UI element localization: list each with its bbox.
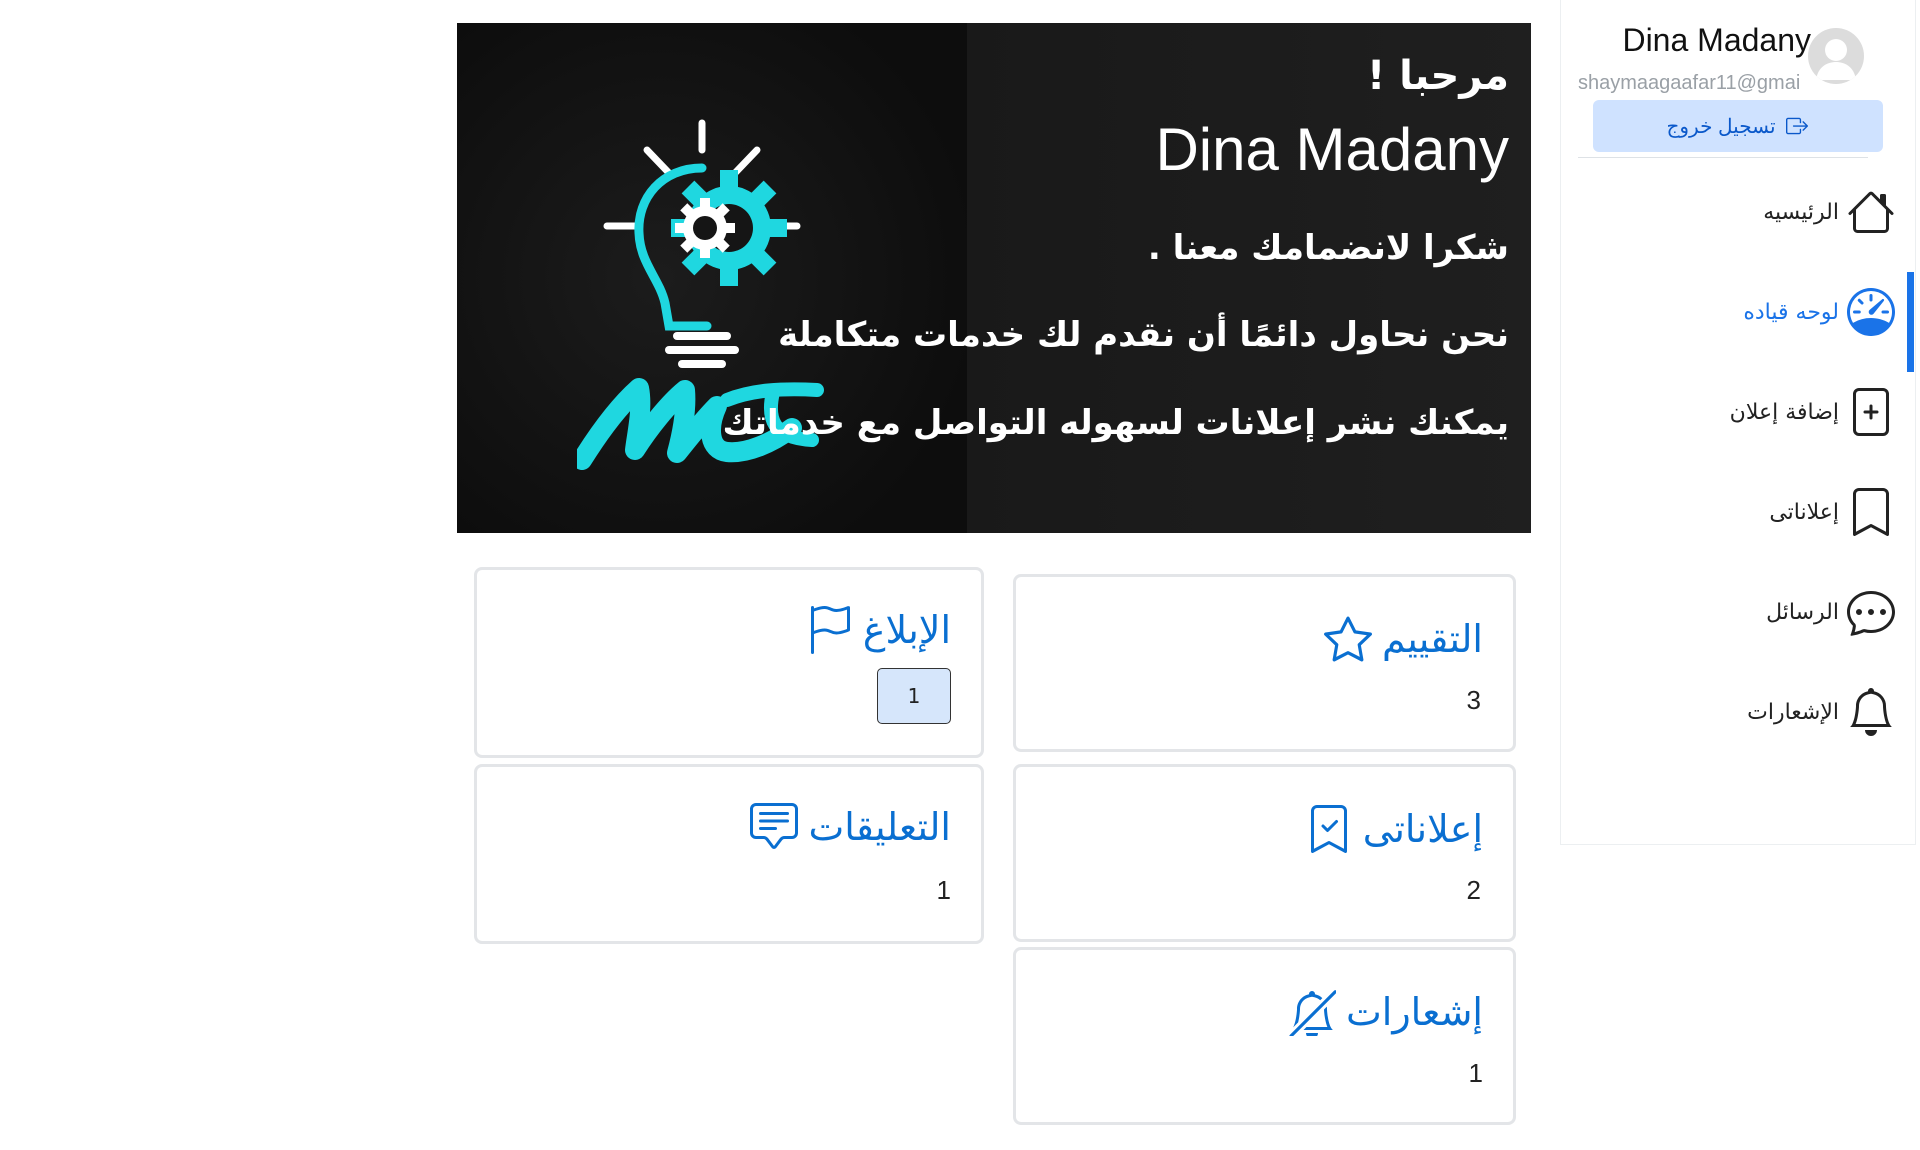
nav-item-home[interactable]: الرئيسيه [1763, 182, 1895, 242]
rating-card[interactable]: التقييم 3 [1013, 574, 1516, 752]
chat-dots-icon [1847, 591, 1895, 636]
nav-my-ads-label: إعلاناتى [1769, 499, 1839, 525]
nav-dashboard-label: لوحه قياده [1743, 299, 1839, 325]
comments-card-header: التعليقات [750, 803, 951, 851]
user-email: shaymaagaafar11@gmai [1578, 72, 1801, 94]
notifications-card[interactable]: إشعارات 1 [1013, 947, 1516, 1125]
nav-home-label: الرئيسيه [1763, 199, 1839, 225]
banner-services-line: نحن نحاول دائمًا أن نقدم لك خدمات متكامل… [778, 315, 1509, 355]
file-plus-icon [1853, 388, 1889, 436]
nav-item-messages[interactable]: الرسائل [1766, 582, 1895, 642]
bell-icon [1850, 688, 1892, 736]
nav-item-dashboard[interactable]: لوحه قياده [1743, 282, 1895, 342]
reports-count-badge: 1 [877, 668, 951, 724]
nav-item-notifications[interactable]: الإشعارات [1747, 682, 1895, 742]
banner-ads-line: يمكنك نشر إعلانات لسهوله التواصل مع خدما… [722, 403, 1509, 443]
bookmark-icon [1853, 488, 1889, 536]
comments-value: 1 [936, 875, 951, 905]
reports-card-title: الإبلاغ [862, 608, 951, 652]
nav-add-ad-label: إضافة إعلان [1729, 399, 1839, 425]
active-nav-indicator [1907, 272, 1914, 372]
chat-square-text-icon [750, 803, 799, 849]
nav-item-add-ad[interactable]: إضافة إعلان [1730, 382, 1895, 442]
banner-user-name: Dina Madany [1155, 116, 1509, 183]
logout-label: تسجيل خروج [1666, 115, 1776, 138]
logout-button[interactable]: تسجيل خروج [1593, 100, 1883, 152]
avatar[interactable] [1808, 28, 1864, 84]
rating-card-header: التقييم [1323, 615, 1483, 663]
nav-notifications-label: الإشعارات [1747, 699, 1839, 725]
nav-item-my-ads[interactable]: إعلاناتى [1769, 482, 1895, 542]
my-ads-card[interactable]: إعلاناتى 2 [1013, 764, 1516, 942]
notifications-card-title: إشعارات [1346, 990, 1483, 1034]
notifications-card-header: إشعارات [1288, 988, 1483, 1036]
flag-icon [810, 606, 850, 654]
star-icon [1323, 616, 1372, 662]
box-arrow-right-icon [1785, 117, 1808, 135]
speedometer-icon [1847, 288, 1895, 336]
my-ads-card-header: إعلاناتى [1305, 805, 1483, 853]
reports-card-header: الإبلاغ [805, 606, 951, 654]
my-ads-value: 2 [1466, 875, 1481, 905]
comments-card-title: التعليقات [808, 805, 951, 849]
sidebar: Dina Madany shaymaagaafar11@gmai تسجيل خ… [1560, 0, 1916, 845]
comments-card[interactable]: التعليقات 1 [474, 764, 984, 944]
bell-slash-icon [1289, 990, 1336, 1036]
rating-value: 3 [1466, 685, 1481, 715]
notifications-value: 1 [1468, 1058, 1483, 1088]
home-icon [1848, 191, 1894, 233]
banner-thanks-line: شكرا لانضمامك معنا . [1147, 228, 1509, 268]
banner-greeting: مرحبا ! [1367, 53, 1509, 99]
reports-card[interactable]: الإبلاغ 1 [474, 567, 984, 758]
my-ads-card-title: إعلاناتى [1362, 807, 1483, 851]
welcome-banner: مرحبا ! Dina Madany شكرا لانضمامك معنا .… [457, 23, 1531, 533]
sidebar-divider [1578, 157, 1868, 158]
rating-card-title: التقييم [1381, 617, 1483, 661]
user-name: Dina Madany [1622, 22, 1811, 58]
nav-messages-label: الرسائل [1766, 599, 1839, 625]
person-icon [1816, 39, 1856, 80]
bookmark-check-icon [1310, 805, 1347, 853]
